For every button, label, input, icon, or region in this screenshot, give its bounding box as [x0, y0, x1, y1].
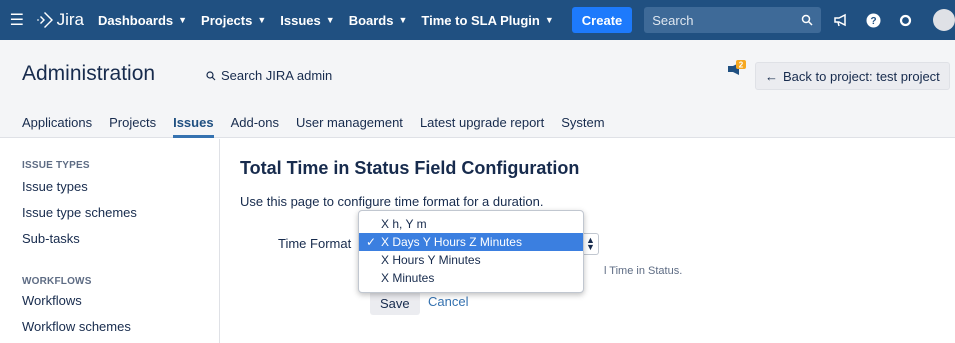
user-avatar[interactable]	[933, 9, 955, 31]
sidebar-item-workflows[interactable]: Workflows	[22, 293, 82, 308]
chevron-down-icon: ▼	[398, 15, 408, 25]
admin-search-label: Search JIRA admin	[221, 68, 333, 83]
sidebar-section-workflows: WORKFLOWS	[22, 276, 92, 287]
search-placeholder: Search	[652, 12, 694, 28]
admin-header: Administration Search JIRA admin 2 ← Bac…	[0, 40, 955, 110]
gear-icon[interactable]	[897, 12, 913, 28]
option-label: X Minutes	[381, 271, 435, 285]
admin-search-link[interactable]: Search JIRA admin	[206, 68, 332, 83]
option-label: X h, Y m	[381, 217, 427, 231]
jira-logo-text: Jira	[56, 10, 84, 29]
sidebar-item-workflow-schemes[interactable]: Workflow schemes	[22, 319, 131, 334]
nav-icon-group: ?	[833, 9, 955, 31]
sidebar-item-sub-tasks[interactable]: Sub-tasks	[22, 231, 80, 246]
nav-time-to-sla-label: Time to SLA Plugin	[421, 12, 540, 28]
create-button[interactable]: Create	[571, 7, 633, 33]
back-arrow-icon: ←	[765, 68, 778, 84]
chevron-down-icon: ▼	[544, 15, 554, 25]
top-navigation-bar: ☰ Jira Dashboards ▼ Projects ▼ Issues ▼ Boa…	[0, 0, 955, 40]
search-icon	[801, 14, 813, 26]
tab-issues[interactable]: Issues	[173, 110, 214, 138]
cancel-link[interactable]: Cancel	[428, 294, 468, 309]
dropdown-option-days-hours-minutes[interactable]: ✓ X Days Y Hours Z Minutes	[359, 233, 583, 251]
time-format-dropdown[interactable]: X h, Y m ✓ X Days Y Hours Z Minutes X Hou…	[358, 210, 584, 293]
sidebar-item-issue-type-schemes[interactable]: Issue type schemes	[22, 205, 137, 220]
sidebar-item-issue-types[interactable]: Issue types	[22, 179, 88, 194]
tab-system[interactable]: System	[561, 110, 604, 138]
svg-text:?: ?	[870, 16, 876, 27]
tab-projects[interactable]: Projects	[109, 110, 156, 138]
megaphone-icon[interactable]	[833, 12, 849, 28]
nav-boards[interactable]: Boards ▼	[349, 13, 408, 28]
notification-count: 2	[739, 61, 744, 70]
tab-latest-upgrade-report[interactable]: Latest upgrade report	[420, 110, 544, 138]
chevron-down-icon: ▼	[586, 242, 595, 252]
tab-user-management[interactable]: User management	[296, 110, 403, 138]
notification-icon[interactable]: 2	[727, 60, 746, 78]
sidebar-section-issue-types: ISSUE TYPES	[22, 160, 90, 171]
dropdown-option-h-m[interactable]: X h, Y m	[359, 215, 583, 233]
time-format-help-text: l Time in Status.	[604, 265, 683, 277]
main-content: Total Time in Status Field Configuration…	[240, 139, 940, 343]
time-format-select-arrow[interactable]: ▲ ▼	[583, 233, 599, 255]
nav-time-to-sla-plugin[interactable]: Time to SLA Plugin ▼	[421, 13, 553, 28]
dropdown-option-hours-minutes[interactable]: X Hours Y Minutes	[359, 251, 583, 269]
config-description: Use this page to configure time format f…	[240, 194, 544, 209]
back-to-project-button[interactable]: ← Back to project: test project	[755, 62, 950, 90]
search-input[interactable]: Search	[644, 7, 821, 33]
help-icon[interactable]: ?	[865, 12, 881, 28]
checkmark-icon: ✓	[366, 235, 377, 249]
jira-logo-icon	[36, 12, 53, 28]
chevron-down-icon: ▼	[178, 15, 188, 25]
tab-applications[interactable]: Applications	[22, 110, 92, 138]
admin-tabs: Applications Projects Issues Add-ons Use…	[0, 110, 955, 138]
back-to-project-label: Back to project: test project	[783, 68, 940, 84]
nav-issues[interactable]: Issues ▼	[280, 13, 334, 28]
dropdown-option-minutes[interactable]: X Minutes	[359, 269, 583, 287]
nav-projects[interactable]: Projects ▼	[201, 13, 266, 28]
chevron-down-icon: ▼	[325, 15, 335, 25]
search-icon	[206, 70, 216, 80]
nav-dashboards[interactable]: Dashboards ▼	[98, 13, 187, 28]
config-title: Total Time in Status Field Configuration	[240, 158, 580, 178]
save-button[interactable]: Save	[370, 291, 420, 315]
chevron-down-icon: ▼	[257, 15, 267, 25]
option-label: X Hours Y Minutes	[381, 253, 481, 267]
time-format-label: Time Format	[278, 236, 352, 251]
nav-dashboards-label: Dashboards	[97, 12, 174, 28]
option-label: X Days Y Hours Z Minutes	[381, 235, 522, 249]
menu-icon[interactable]: ☰	[4, 10, 30, 30]
nav-projects-label: Projects	[201, 12, 253, 28]
jira-logo[interactable]: Jira	[36, 10, 84, 30]
page-title: Administration	[22, 62, 156, 85]
nav-issues-label: Issues	[280, 12, 321, 28]
admin-sidebar: ISSUE TYPES Issue types Issue type schem…	[0, 139, 220, 343]
tab-add-ons[interactable]: Add-ons	[231, 110, 279, 138]
nav-boards-label: Boards	[348, 12, 394, 28]
